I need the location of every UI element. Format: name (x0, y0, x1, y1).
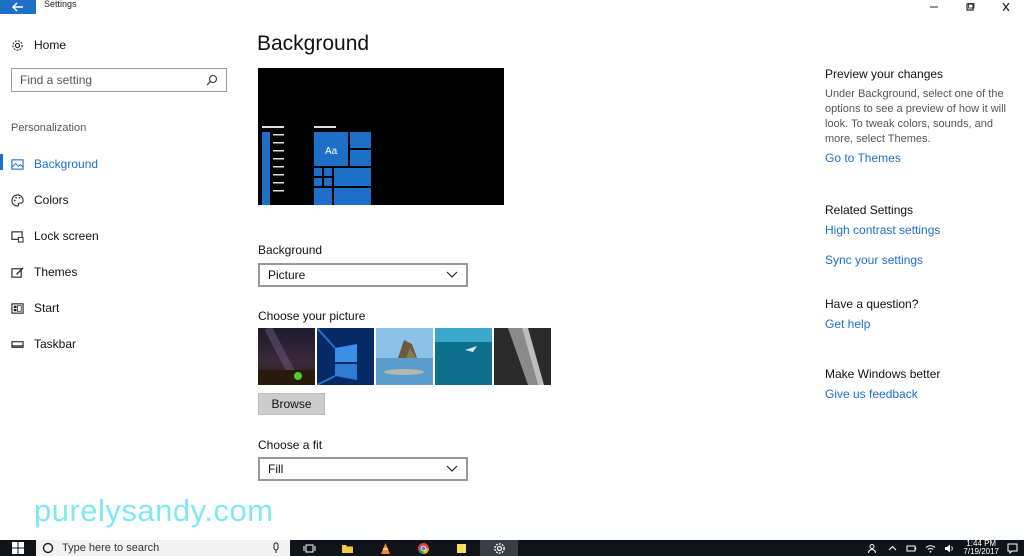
window-controls (916, 0, 1024, 14)
search-input[interactable] (20, 73, 206, 87)
folder-icon (341, 544, 353, 553)
lock-screen-icon (10, 229, 24, 243)
volume-icon[interactable] (944, 543, 955, 554)
choose-picture-label: Choose your picture (258, 309, 366, 323)
battery-icon[interactable] (906, 543, 917, 554)
people-icon[interactable] (868, 543, 879, 554)
high-contrast-link[interactable]: High contrast settings (825, 223, 1015, 237)
sidebar-item-label: Start (34, 301, 60, 315)
wifi-icon[interactable] (925, 543, 936, 554)
windows-logo-icon (12, 542, 24, 554)
taskbar-icon (10, 337, 24, 351)
chevron-down-icon (446, 465, 458, 472)
start-button[interactable] (0, 540, 36, 556)
close-button[interactable] (988, 0, 1024, 14)
taskbar-search[interactable]: Type here to search (36, 540, 290, 556)
chrome-icon (417, 542, 429, 554)
taskbar: Type here to search 1:44 PM 7/19/2017 (0, 540, 1024, 556)
settings-gear-icon (493, 542, 505, 554)
sticky-notes-icon (456, 543, 466, 553)
related-settings-heading: Related Settings (825, 203, 914, 217)
restore-button[interactable] (952, 0, 988, 14)
back-arrow-icon (12, 2, 23, 12)
find-setting-search[interactable] (11, 68, 227, 92)
sidebar-item-label: Themes (34, 265, 78, 279)
themes-icon (10, 265, 24, 279)
microphone-icon (273, 542, 279, 553)
sidebar-item-label: Taskbar (34, 337, 77, 351)
vlc-button[interactable] (366, 540, 404, 556)
clock[interactable]: 1:44 PM 7/19/2017 (963, 540, 999, 556)
thumbnail-windows-blue[interactable] (317, 328, 374, 385)
sidebar-item-lock-screen[interactable]: Lock screen (0, 218, 240, 254)
make-windows-better-heading: Make Windows better (825, 367, 941, 381)
action-center-icon[interactable] (1007, 543, 1018, 554)
preview-heading: Preview your changes (825, 67, 944, 81)
sidebar-item-label: Background (34, 157, 99, 171)
question-heading: Have a question? (825, 297, 919, 311)
preview-illustration: Aa (258, 68, 504, 211)
search-icon (206, 74, 218, 86)
thumbnail-night-sky[interactable] (258, 328, 315, 385)
sync-settings-link[interactable]: Sync your settings (825, 253, 1015, 267)
section-label: Personalization (11, 122, 87, 134)
cortana-icon (42, 542, 54, 554)
sidebar-item-colors[interactable]: Colors (0, 182, 240, 218)
background-dropdown-value: Picture (268, 268, 306, 282)
sidebar-item-start[interactable]: Start (0, 290, 240, 326)
vlc-icon (380, 542, 390, 554)
system-tray: 1:44 PM 7/19/2017 (868, 540, 1024, 556)
palette-icon (10, 193, 24, 207)
window-title: Settings (44, 0, 77, 9)
page-title: Background (257, 32, 370, 55)
thumbnail-rock-cliff[interactable] (494, 328, 551, 385)
thumbnail-underwater[interactable] (435, 328, 492, 385)
taskbar-search-placeholder: Type here to search (62, 542, 160, 554)
start-icon (10, 301, 24, 315)
give-feedback-link[interactable]: Give us feedback (825, 387, 1015, 401)
background-label: Background (258, 243, 323, 257)
preview-text: Under Background, select one of the opti… (825, 88, 1006, 145)
background-preview: Aa (258, 68, 504, 211)
file-explorer-button[interactable] (328, 540, 366, 556)
preview-tile-text: Aa (325, 146, 338, 157)
sidebar: Home Personalization Background Colors L… (0, 14, 240, 510)
minimize-icon (930, 6, 938, 8)
fit-label: Choose a fit (258, 438, 323, 452)
help-panel: Preview your changes Under Background, s… (825, 67, 1015, 401)
chevron-down-icon (446, 271, 458, 278)
title-bar: Settings (0, 0, 1024, 14)
browse-button[interactable]: Browse (258, 393, 325, 415)
sidebar-item-background[interactable]: Background (0, 146, 240, 182)
chevron-up-icon[interactable] (887, 543, 898, 554)
close-icon (1002, 3, 1010, 11)
sidebar-item-themes[interactable]: Themes (0, 254, 240, 290)
fit-dropdown[interactable]: Fill (258, 457, 468, 481)
chrome-button[interactable] (404, 540, 442, 556)
background-dropdown[interactable]: Picture (258, 263, 468, 287)
task-view-button[interactable] (290, 540, 328, 556)
fit-dropdown-value: Fill (268, 462, 284, 476)
thumbnail-beach-rocks[interactable] (376, 328, 433, 385)
picture-thumbnails (258, 328, 551, 385)
go-to-themes-link[interactable]: Go to Themes (825, 151, 1015, 165)
settings-taskbar-button[interactable] (480, 540, 518, 556)
picture-icon (10, 157, 24, 171)
sidebar-item-taskbar[interactable]: Taskbar (0, 326, 240, 362)
clock-date: 7/19/2017 (963, 547, 999, 556)
restore-icon (966, 3, 975, 11)
task-view-icon (303, 544, 315, 552)
nav-list: Background Colors Lock screen Themes Sta… (0, 146, 240, 362)
sticky-notes-button[interactable] (442, 540, 480, 556)
gear-icon (10, 38, 24, 52)
sidebar-item-label: Colors (34, 193, 69, 207)
home-label: Home (34, 38, 67, 52)
home-link[interactable]: Home (10, 38, 66, 52)
watermark: purelysandy.com (22, 490, 312, 532)
sidebar-item-label: Lock screen (34, 229, 99, 243)
back-button[interactable] (0, 0, 36, 14)
minimize-button[interactable] (916, 0, 952, 14)
get-help-link[interactable]: Get help (825, 317, 1015, 331)
